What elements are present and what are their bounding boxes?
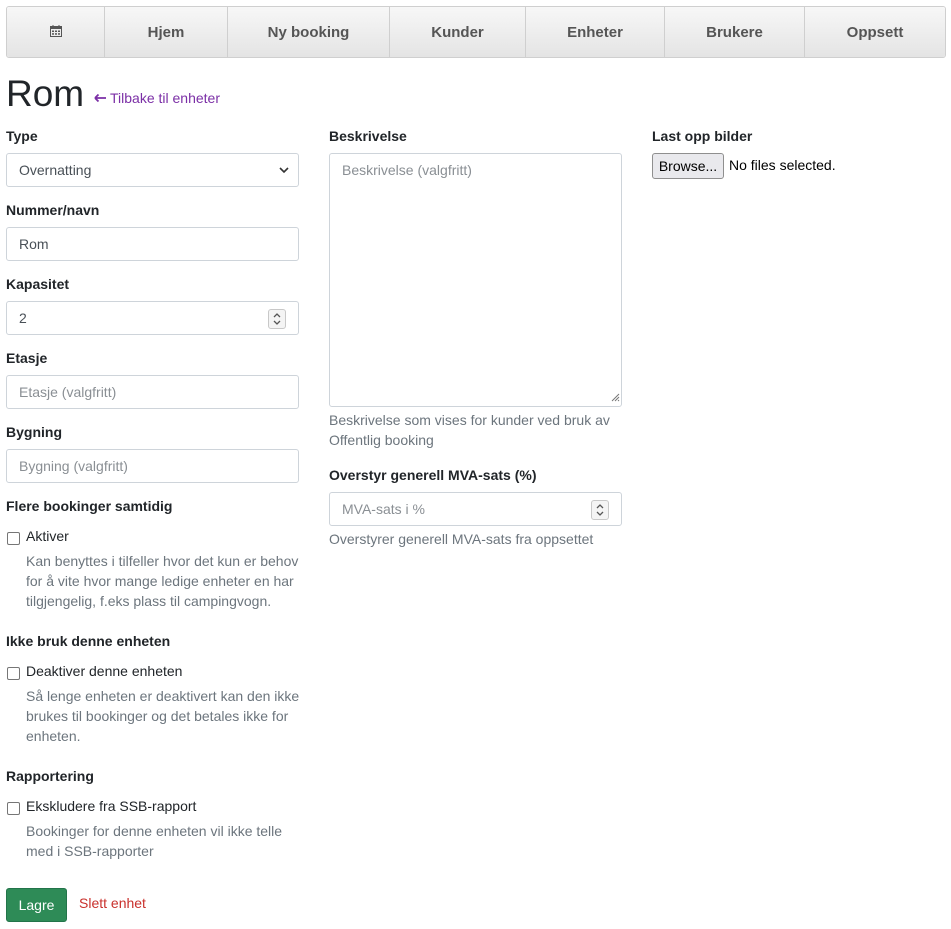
- floor-label: Etasje: [6, 350, 48, 366]
- nav-home[interactable]: Hjem: [105, 7, 228, 57]
- page-title: Rom: [6, 73, 85, 114]
- nav-settings[interactable]: Oppsett: [805, 7, 945, 57]
- type-select[interactable]: Overnatting: [6, 153, 299, 187]
- building-input-placeholder: Bygning (valgfritt): [19, 458, 128, 474]
- top-nav: Hjem Ny booking Kunder Enheter Brukere O…: [6, 6, 946, 58]
- nav-customers[interactable]: Kunder: [390, 7, 526, 57]
- browse-button[interactable]: Browse...: [652, 153, 724, 179]
- disable-unit-checkbox[interactable]: [7, 667, 20, 680]
- exclude-ssb-checkbox-label[interactable]: Ekskludere fra SSB-rapport: [26, 798, 196, 814]
- arrow-left-icon: [94, 90, 107, 106]
- number-input-value: Rom: [19, 236, 49, 252]
- calendar-icon: [49, 24, 62, 41]
- nav-users[interactable]: Brukere: [665, 7, 805, 57]
- disable-unit-help: Så lenge enheten er deaktivert kan den i…: [26, 688, 300, 744]
- description-help: Beskrivelse som vises for kunder ved bru…: [329, 412, 610, 448]
- delete-unit-link[interactable]: Slett enhet: [79, 895, 146, 911]
- vat-input[interactable]: MVA-sats i %: [329, 492, 622, 526]
- number-input[interactable]: Rom: [6, 227, 299, 261]
- multiple-bookings-help: Kan benyttes i tilfeller hvor det kun er…: [26, 553, 299, 609]
- save-button[interactable]: Lagre: [6, 888, 67, 922]
- back-to-units-link[interactable]: Tilbake til enheter: [94, 90, 220, 106]
- disable-unit-label: Ikke bruk denne enheten: [6, 633, 171, 649]
- vat-input-placeholder: MVA-sats i %: [342, 501, 425, 517]
- disable-unit-checkbox-label[interactable]: Deaktiver denne enheten: [26, 663, 182, 679]
- vat-label: Overstyr generell MVA-sats (%): [329, 467, 537, 483]
- floor-input[interactable]: Etasje (valgfritt): [6, 375, 299, 409]
- capacity-input-value: 2: [19, 310, 27, 326]
- type-label: Type: [6, 128, 38, 144]
- back-link-label: Tilbake til enheter: [110, 90, 220, 106]
- description-placeholder: Beskrivelse (valgfritt): [342, 162, 472, 178]
- number-label: Nummer/navn: [6, 202, 100, 218]
- type-select-value: Overnatting: [19, 162, 92, 178]
- reporting-label: Rapportering: [6, 768, 94, 784]
- exclude-ssb-checkbox[interactable]: [7, 802, 20, 815]
- building-input[interactable]: Bygning (valgfritt): [6, 449, 299, 483]
- vat-help: Overstyrer generell MVA-sats fra oppsett…: [329, 531, 594, 547]
- nav-new-booking[interactable]: Ny booking: [228, 7, 390, 57]
- file-status-text: No files selected.: [729, 157, 836, 173]
- upload-images-label: Last opp bilder: [652, 128, 753, 144]
- exclude-ssb-help: Bookinger for denne enheten vil ikke tel…: [26, 823, 283, 859]
- nav-units[interactable]: Enheter: [526, 7, 665, 57]
- building-label: Bygning: [6, 424, 62, 440]
- description-label: Beskrivelse: [329, 128, 407, 144]
- resize-grip-icon[interactable]: [610, 389, 620, 405]
- floor-input-placeholder: Etasje (valgfritt): [19, 384, 117, 400]
- multiple-bookings-checkbox-label[interactable]: Aktiver: [26, 528, 69, 544]
- capacity-input[interactable]: 2: [6, 301, 299, 335]
- multiple-bookings-checkbox[interactable]: [7, 532, 20, 545]
- capacity-spinner-icon[interactable]: [268, 309, 286, 329]
- chevron-down-icon: [278, 163, 290, 180]
- description-textarea[interactable]: Beskrivelse (valgfritt): [329, 153, 622, 407]
- vat-spinner-icon[interactable]: [591, 500, 609, 520]
- capacity-label: Kapasitet: [6, 276, 70, 292]
- nav-calendar[interactable]: [7, 7, 105, 57]
- multiple-bookings-label: Flere bookinger samtidig: [6, 498, 173, 514]
